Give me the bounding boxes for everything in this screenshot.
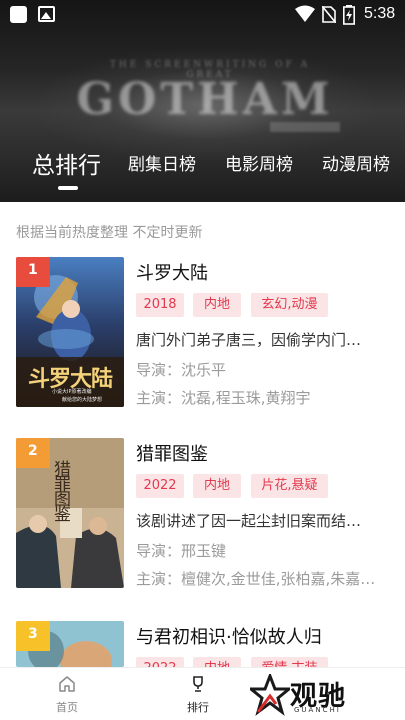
update-note: 根据当前热度整理 不定时更新 — [16, 225, 203, 241]
tag-region: 内地 — [193, 657, 241, 667]
wifi-icon — [295, 5, 315, 22]
tab-overall[interactable]: 总排行 — [32, 146, 101, 180]
status-time: 5:38 — [364, 5, 396, 22]
tag-year: 2022 — [136, 657, 184, 667]
tab-anime-weekly[interactable]: 动漫周榜 — [322, 150, 390, 175]
nav-home[interactable]: 首页 — [45, 674, 89, 715]
item-title[interactable]: 猎罪图鉴 — [136, 440, 208, 466]
item-cast: 主演：沈磊,程玉珠,黄翔宇 — [136, 389, 311, 407]
trophy-icon — [193, 676, 203, 692]
item-title[interactable]: 与君初相识·恰似故人归 — [136, 623, 322, 649]
rank-badge: 2 — [16, 438, 50, 468]
nav-home-label: 首页 — [56, 701, 78, 714]
battery-charging-icon — [343, 5, 355, 25]
tag-year: 2018 — [136, 293, 184, 317]
tab-series-daily[interactable]: 剧集日榜 — [128, 150, 196, 175]
tag-year: 2022 — [136, 474, 184, 498]
item-description: 该剧讲述了因一起尘封旧案而结… — [136, 512, 362, 530]
list-item[interactable]: 斗罗大陆 小说大IP原著改编 献给您的大陆梦想 1 斗罗大陆 2018 内地 玄… — [0, 257, 405, 417]
tag-genre: 爱情,古装 — [251, 657, 328, 667]
hero-strip — [270, 122, 340, 132]
item-cast: 主演：檀健次,金世佳,张柏嘉,朱嘉… — [136, 570, 376, 588]
tag-region: 内地 — [193, 474, 241, 498]
item-director: 导演：邢玉键 — [136, 542, 227, 560]
nav-ranking[interactable]: 排行 — [176, 674, 220, 715]
tag-genre: 片花,悬疑 — [251, 474, 328, 498]
rank-badge: 3 — [16, 621, 50, 651]
active-tab-indicator — [58, 186, 78, 190]
status-bar: 5:38 — [0, 0, 405, 30]
hero-background-text: GOTHAM — [76, 74, 334, 125]
poster-title-text: 猎罪图鉴 — [50, 460, 70, 520]
home-icon — [59, 676, 75, 692]
tab-movie-weekly[interactable]: 电影周榜 — [225, 150, 293, 175]
poster-image[interactable]: 斗罗大陆 小说大IP原著改编 献给您的大陆梦想 1 — [16, 257, 124, 407]
poster-image[interactable]: 猎罪图鉴 2 — [16, 438, 124, 588]
watermark-subtext: GUANCHI — [294, 706, 341, 714]
rank-badge: 1 — [16, 257, 50, 287]
nav-ranking-label: 排行 — [187, 701, 209, 714]
no-sim-icon — [322, 6, 336, 23]
item-title[interactable]: 斗罗大陆 — [136, 259, 208, 285]
list-item[interactable]: 猎罪图鉴 2 猎罪图鉴 2022 内地 片花,悬疑 该剧讲述了因一起尘封旧案而结… — [0, 438, 405, 598]
star-logo-icon — [250, 674, 290, 716]
item-director: 导演：沈乐平 — [136, 361, 227, 379]
list-item[interactable]: 3 与君初相识·恰似故人归 2022 内地 爱情,古装 — [0, 621, 405, 667]
poster-caption: 献给您的大陆梦想 — [62, 397, 103, 403]
image-icon — [38, 6, 55, 22]
tag-region: 内地 — [193, 293, 241, 317]
app-square-icon — [10, 6, 27, 23]
item-description: 唐门外门弟子唐三，因偷学内门… — [136, 331, 362, 349]
watermark-logo: 观驰 GUANCHI — [250, 672, 370, 718]
tag-genre: 玄幻,动漫 — [251, 293, 328, 317]
poster-image[interactable]: 3 — [16, 621, 124, 667]
poster-caption: 小说大IP原著改编 — [52, 389, 92, 395]
